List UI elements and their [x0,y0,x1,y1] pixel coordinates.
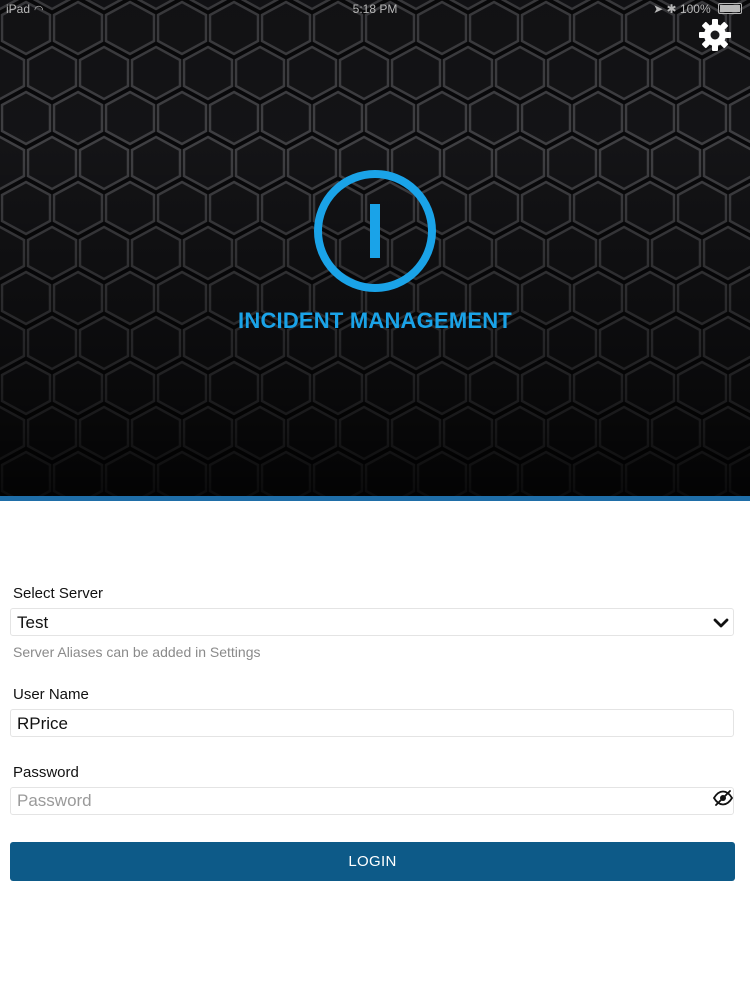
location-icon: ➤ [653,2,664,16]
status-time: 5:18 PM [352,2,398,16]
password-input[interactable] [11,788,733,814]
username-label: User Name [13,686,89,703]
header-divider [0,496,750,501]
username-field[interactable]: RPrice [10,709,734,737]
login-screen: iPad ◠ 5:18 PM ➤ ✱ 100% INCIDENT MANAGEM… [0,0,750,1000]
gear-icon[interactable] [698,18,732,52]
status-bar: iPad ◠ 5:18 PM ➤ ✱ 100% [0,0,750,20]
password-field[interactable] [10,787,734,815]
server-selected-value: Test [17,613,49,632]
bluetooth-icon: ✱ [666,2,677,16]
username-value: RPrice [17,714,69,733]
app-title: INCIDENT MANAGEMENT [238,308,512,333]
chevron-down-icon [713,618,729,628]
power-i-logo-icon [314,170,436,292]
battery-percent: 100% [679,2,711,16]
battery-icon [718,3,742,14]
eye-slash-icon[interactable] [713,790,733,806]
password-label: Password [13,764,79,781]
hero-header: iPad ◠ 5:18 PM ➤ ✱ 100% INCIDENT MANAGEM… [0,0,750,496]
server-select[interactable]: Test [10,608,734,636]
login-button[interactable]: LOGIN [10,842,735,881]
status-right: ➤ ✱ 100% [653,2,742,16]
server-label: Select Server [13,585,104,602]
server-hint: Server Aliases can be added in Settings [13,644,261,660]
